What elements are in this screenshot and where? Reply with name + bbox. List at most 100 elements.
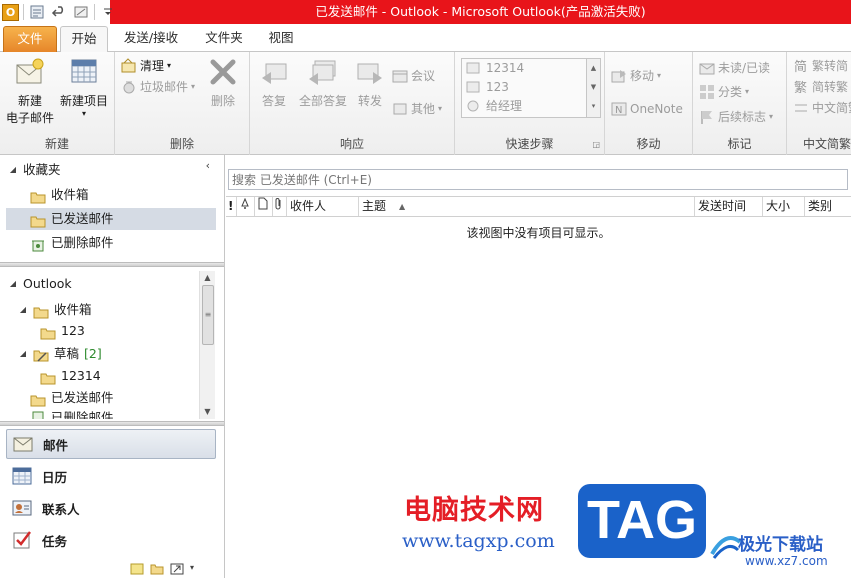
onenote-button[interactable]: N OneNote <box>611 99 683 119</box>
reply-all-button[interactable]: 全部答复 <box>296 56 350 109</box>
more-respond-label: 其他 <box>411 102 436 116</box>
more-respond-button[interactable]: 其他 ▾ <box>392 99 442 119</box>
onenote-label: OneNote <box>630 102 683 116</box>
watermark-tag-logo: TAG <box>578 484 706 558</box>
message-list-header: ! 收件人 主题 ▲ 发送时间 大小 类别 <box>226 196 851 217</box>
scroll-down-icon[interactable]: ▼ <box>200 405 215 419</box>
nav-calendar-button[interactable]: 日历 <box>6 461 216 491</box>
forward-label: 转发 <box>357 94 382 108</box>
quick-step-item[interactable]: 给经理 <box>462 97 600 116</box>
tab-view[interactable]: 视图 <box>258 26 304 52</box>
conversion-button[interactable]: 中文简繁 <box>793 98 851 118</box>
tree-drafts-sub[interactable]: 12314 <box>40 365 101 387</box>
quick-step-label: 123 <box>486 80 509 94</box>
tree-sent[interactable]: 已发送邮件 <box>30 387 114 409</box>
pane-splitter[interactable] <box>0 262 224 267</box>
column-category[interactable]: 类别 <box>804 197 851 216</box>
ribbon-group-respond: 答复 全部答复 转发 会议 其他 ▾ 响应 <box>250 52 455 155</box>
folder-list-icon[interactable] <box>150 563 164 575</box>
column-attachment[interactable] <box>272 197 286 216</box>
nav-mail-label: 邮件 <box>43 437 69 453</box>
outlook-app-icon[interactable]: O <box>2 3 19 21</box>
mail-icon <box>12 434 34 454</box>
reply-button[interactable]: 答复 <box>254 56 294 109</box>
new-email-button[interactable]: 新建 电子邮件 <box>4 56 56 126</box>
column-importance[interactable]: ! <box>226 197 235 216</box>
column-size[interactable]: 大小 <box>762 197 804 216</box>
delete-button[interactable]: 删除 <box>201 56 245 109</box>
cleanup-button[interactable]: 清理 ▾ <box>121 56 171 76</box>
column-reminder[interactable] <box>236 197 253 216</box>
column-sent-time[interactable]: 发送时间 <box>694 197 762 216</box>
traditional-icon: 繁 <box>793 79 809 96</box>
scroll-up-icon[interactable]: ▲ <box>200 271 215 285</box>
nav-calendar-label: 日历 <box>42 469 68 485</box>
undo-icon[interactable] <box>50 3 68 21</box>
categorize-button[interactable]: 分类 ▾ <box>699 82 749 102</box>
expand-triangle-icon: ◢ <box>9 165 17 174</box>
junk-dropdown-icon: ▾ <box>191 82 196 91</box>
group-label-new: 新建 <box>44 137 69 151</box>
tree-deleted[interactable]: 已删除邮件 <box>30 409 114 419</box>
notes-icon[interactable] <box>130 563 144 575</box>
tree-drafts[interactable]: ◢ 草稿 [2] <box>18 343 102 365</box>
to-simplified-button[interactable]: 简 繁转简 <box>793 56 848 76</box>
junk-label: 垃圾邮件 <box>140 80 189 94</box>
tree-inbox[interactable]: ◢ 收件箱 <box>18 299 92 321</box>
search-input[interactable] <box>228 169 848 190</box>
quick-step-item[interactable]: 123 <box>462 78 600 97</box>
junk-button[interactable]: 垃圾邮件 ▾ <box>121 77 195 97</box>
tab-home[interactable]: 开始 <box>60 26 108 53</box>
column-type[interactable] <box>254 197 272 216</box>
favorites-sent[interactable]: 已发送邮件 <box>6 208 216 230</box>
collapse-pane-icon[interactable]: ‹ <box>206 159 210 172</box>
favorites-inbox[interactable]: 收件箱 <box>30 184 89 206</box>
quick-step-icon <box>466 80 482 96</box>
move-button[interactable]: 移动 ▾ <box>611 66 661 86</box>
column-to[interactable]: 收件人 <box>286 197 358 216</box>
forward-button[interactable]: 转发 <box>352 56 388 109</box>
customize-qat-icon[interactable] <box>99 3 117 21</box>
meeting-button[interactable]: 会议 <box>392 66 435 86</box>
cleanup-dropdown-icon: ▾ <box>167 61 172 70</box>
favorites-deleted[interactable]: 已删除邮件 <box>30 232 114 254</box>
quick-step-item[interactable]: 12314 <box>462 59 600 78</box>
configure-buttons-icon[interactable]: ▾ <box>190 563 198 575</box>
quick-step-label: 12314 <box>486 61 525 75</box>
followup-button[interactable]: 后续标志 ▾ <box>699 107 773 127</box>
quick-step-label: 给经理 <box>486 99 523 113</box>
sort-ascending-icon: ▲ <box>399 202 406 211</box>
ribbon-group-move: 移动 ▾ N OneNote 移动 <box>605 52 693 155</box>
nav-contacts-label: 联系人 <box>42 501 80 517</box>
tab-folder[interactable]: 文件夹 <box>196 26 252 52</box>
send-receive-icon[interactable] <box>28 3 46 21</box>
move-label: 移动 <box>630 69 655 83</box>
tab-file[interactable]: 文件 <box>3 26 57 52</box>
folder-label: 收件箱 <box>51 187 89 202</box>
simplified-icon: 简 <box>793 58 809 75</box>
sent-folder-icon <box>30 213 46 228</box>
reply-all-label: 全部答复 <box>298 94 347 108</box>
new-items-button[interactable]: 新建项目 ▾ <box>57 56 111 118</box>
nav-tasks-button[interactable]: 任务 <box>6 525 216 555</box>
to-traditional-label: 简转繁 <box>812 80 849 94</box>
pane-splitter[interactable] <box>0 421 224 426</box>
unread-read-button[interactable]: 未读/已读 <box>699 58 770 78</box>
scroll-thumb[interactable]: ≡ <box>202 285 214 345</box>
new-items-icon <box>68 56 100 88</box>
ribbon-group-chinese: 简 繁转简 繁 简转繁 中文简繁 中文简繁 <box>787 52 851 155</box>
tab-send-receive[interactable]: 发送/接收 <box>114 26 188 52</box>
favorites-header[interactable]: ◢ 收藏夹 <box>8 159 61 181</box>
to-traditional-button[interactable]: 繁 简转繁 <box>793 77 848 97</box>
tree-inbox-sub[interactable]: 123 <box>40 320 85 342</box>
nav-contacts-button[interactable]: 联系人 <box>6 493 216 523</box>
nav-mail-button[interactable]: 邮件 <box>6 429 216 459</box>
column-subject[interactable]: 主题 ▲ <box>358 197 694 216</box>
followup-dropdown-icon: ▾ <box>769 112 774 121</box>
quick-steps-scroll[interactable]: ▲ ▼ ▾ <box>586 59 600 117</box>
folder-tree-scrollbar[interactable]: ▲ ≡ ▼ <box>199 271 215 419</box>
shortcuts-icon[interactable] <box>170 563 184 575</box>
tree-root[interactable]: ◢ Outlook <box>8 273 72 295</box>
folder-label: 草稿 <box>54 346 80 361</box>
print-icon[interactable] <box>72 3 90 21</box>
